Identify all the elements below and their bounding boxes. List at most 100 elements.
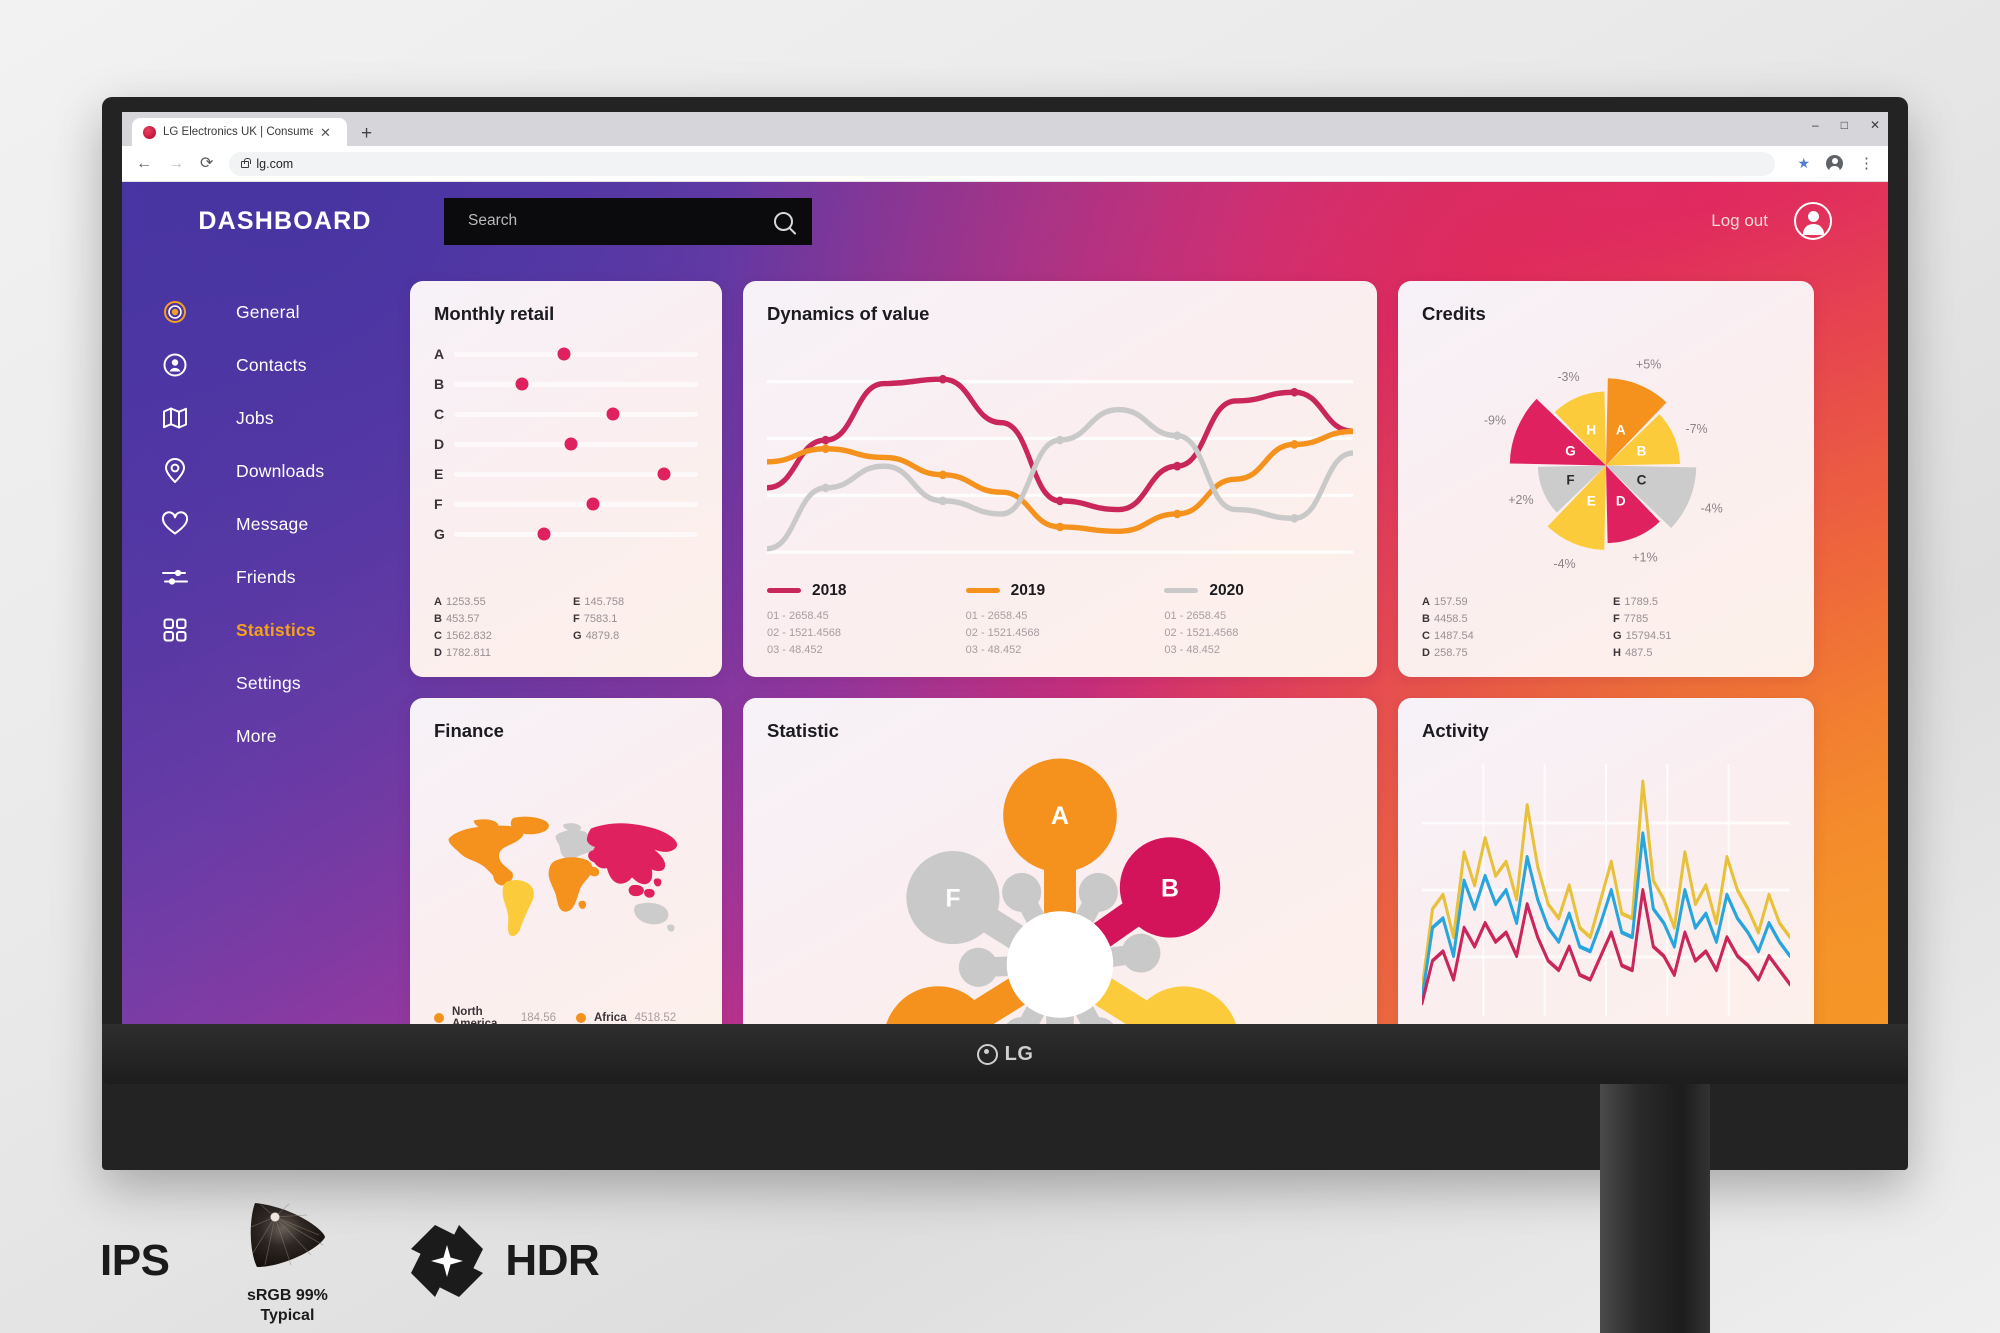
sidebar-item-label: Jobs xyxy=(236,407,274,428)
app-body: General Contacts Jobs Downloads Message Frien… xyxy=(122,260,1888,1024)
srgb-line-1: sRGB 99% xyxy=(246,1287,328,1304)
browser-tab[interactable]: LG Electronics UK | Consumer & ✕ xyxy=(132,118,347,146)
row-track xyxy=(454,467,698,481)
monitor-screen: LG Electronics UK | Consumer & ✕ + – □ ✕… xyxy=(122,112,1888,1024)
monthly-retail-chart: A B C D E F G xyxy=(434,339,698,588)
hdr-text: HDR xyxy=(505,1235,600,1285)
region-oceania xyxy=(634,902,675,932)
data-point[interactable] xyxy=(606,407,620,421)
user-circle-icon xyxy=(158,352,192,378)
legend-swatch xyxy=(434,1013,444,1023)
page-title: DASHBOARD xyxy=(198,206,372,235)
ips-badge: IPS xyxy=(100,1235,170,1285)
row-track xyxy=(454,347,698,361)
cards-grid: Monthly retail A B C D E F G A 1253.55 E… xyxy=(410,260,1832,1024)
legend-readout: 02 - 1521.4568 xyxy=(767,626,842,639)
search-icon[interactable] xyxy=(774,211,793,231)
legend-value: 4879.8 xyxy=(585,630,620,642)
minimize-icon[interactable]: – xyxy=(1812,119,1819,131)
legend-item: C 1487.54 xyxy=(1422,630,1599,642)
data-point[interactable] xyxy=(537,527,551,541)
new-tab-button[interactable]: + xyxy=(347,124,386,146)
data-point[interactable] xyxy=(657,467,671,481)
legend-value: 487.5 xyxy=(1624,647,1653,659)
row-label: E xyxy=(434,466,444,482)
legend-key: G xyxy=(1613,630,1622,642)
sidebar-item-label: More xyxy=(236,725,277,746)
back-icon[interactable]: ← xyxy=(136,155,152,172)
row-label: F xyxy=(434,496,443,512)
region-asia xyxy=(586,823,678,898)
sidebar-item-downloads[interactable]: Downloads xyxy=(122,447,410,495)
sidebar-item-statistics[interactable]: Statistics xyxy=(122,606,410,654)
address-bar[interactable]: lg.com xyxy=(229,151,1776,176)
row-track xyxy=(454,527,698,541)
card-title: Finance xyxy=(434,720,504,741)
legend-item: D 258.75 xyxy=(1422,647,1599,659)
reload-icon[interactable]: ⟳ xyxy=(200,155,213,172)
sidebar-item-label: Settings xyxy=(236,672,301,693)
svg-text:D: D xyxy=(1616,494,1626,509)
svg-text:A: A xyxy=(1616,422,1626,437)
sidebar-item-friends[interactable]: Friends xyxy=(122,553,410,601)
logout-button[interactable]: Log out xyxy=(1711,211,1768,231)
sidebar-item-settings[interactable]: Settings xyxy=(122,659,410,707)
maximize-icon[interactable]: □ xyxy=(1841,119,1848,131)
legend-readout: 03 - 48.452 xyxy=(965,643,1022,656)
activity-svg xyxy=(1420,764,1792,1016)
sidebar-item-general[interactable]: General xyxy=(122,288,410,336)
sidebar-item-contacts[interactable]: Contacts xyxy=(122,341,410,389)
legend-item: G 4879.8 xyxy=(573,630,698,642)
search-input[interactable] xyxy=(468,212,748,230)
legend-item: C 1562.832 xyxy=(434,630,559,642)
monthly-retail-row: G xyxy=(434,519,698,549)
legend-key: D xyxy=(434,647,442,659)
lg-brand-text: LG xyxy=(1004,1042,1034,1065)
region-name: Africa xyxy=(594,1012,627,1024)
data-point[interactable] xyxy=(586,497,600,511)
card-activity: Activity 1789.5 (+87.5) 7785 (+17.4) 157… xyxy=(1398,698,1814,1024)
close-icon[interactable]: ✕ xyxy=(320,126,331,139)
legend-key: E xyxy=(573,596,581,608)
data-point[interactable] xyxy=(564,437,578,451)
lg-ring-icon xyxy=(976,1043,998,1065)
region-africa xyxy=(548,857,600,912)
bookmark-star-icon[interactable]: ★ xyxy=(1797,155,1810,172)
legend-readout: 03 - 48.452 xyxy=(1164,643,1220,656)
sidebar: General Contacts Jobs Downloads Message Frien… xyxy=(122,260,410,1024)
legend-item: E 1789.5 xyxy=(1613,596,1790,608)
browser-menu-icon[interactable]: ⋮ xyxy=(1859,156,1874,171)
svg-text:-7%: -7% xyxy=(1685,422,1707,436)
search-bar[interactable] xyxy=(444,197,812,245)
legend-readout: 01 - 2658.45 xyxy=(965,609,1028,622)
user-avatar-icon[interactable] xyxy=(1794,202,1832,240)
address-bar-url: lg.com xyxy=(256,156,294,171)
legend-item: H 487.5 xyxy=(1613,647,1790,659)
legend-key: B xyxy=(434,613,442,625)
card-dynamics-of-value: Dynamics of value 2018 01 - 2658.45 02 - … xyxy=(743,281,1377,677)
legend-readout: 01 - 2658.45 xyxy=(1164,609,1227,622)
sidebar-item-label: Statistics xyxy=(236,619,316,640)
legend-value: 1789.5 xyxy=(1624,596,1658,608)
svg-text:E: E xyxy=(1587,494,1596,509)
region-north-america xyxy=(448,816,549,886)
sidebar-item-jobs[interactable]: Jobs xyxy=(122,394,410,442)
row-label: D xyxy=(434,436,445,452)
data-point[interactable] xyxy=(515,377,529,391)
legend-swatch xyxy=(1164,588,1199,594)
legend-head: 2019 xyxy=(965,582,1155,600)
row-track xyxy=(454,497,698,511)
sidebar-item-more[interactable]: More xyxy=(122,712,410,760)
sidebar-item-message[interactable]: Message xyxy=(122,500,410,548)
profile-icon[interactable] xyxy=(1826,155,1843,172)
forward-icon[interactable]: → xyxy=(168,155,184,172)
credits-rose-chart: A +5% B -7% C -4% D +1% E -4% F +2% G -9% H -3% xyxy=(1422,339,1790,588)
legend-value: 1253.55 xyxy=(445,596,486,608)
legend-key: A xyxy=(1422,596,1430,608)
legend-swatch xyxy=(965,588,1000,594)
svg-text:F: F xyxy=(1566,473,1574,488)
svg-text:+5%: +5% xyxy=(1636,358,1661,372)
window-close-icon[interactable]: ✕ xyxy=(1870,119,1880,131)
legend-value: 1487.54 xyxy=(1433,630,1474,642)
data-point[interactable] xyxy=(557,347,571,361)
